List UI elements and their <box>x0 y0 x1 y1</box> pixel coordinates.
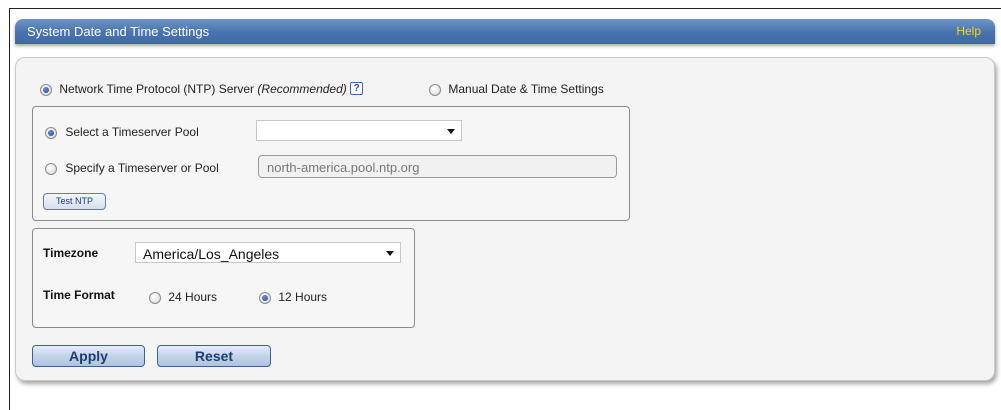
page-title: System Date and Time Settings <box>27 24 210 39</box>
specify-option[interactable]: Specify a Timeserver or Pool <box>45 161 219 175</box>
format-12-label: 12 Hours <box>278 290 328 304</box>
chevron-down-icon <box>447 129 455 134</box>
timezone-label: Timezone <box>43 246 99 260</box>
manual-mode-option[interactable]: Manual Date & Time Settings <box>429 82 604 96</box>
specify-option-radio[interactable] <box>45 162 57 175</box>
chevron-down-icon <box>386 251 394 256</box>
format-24-label: 24 Hours <box>168 290 218 304</box>
format-24-option[interactable]: 24 Hours <box>149 290 217 304</box>
settings-panel: Network Time Protocol (NTP) Server (Reco… <box>15 57 995 381</box>
title-bar: System Date and Time Settings Help <box>15 19 995 44</box>
timezone-select[interactable]: America/Los_Angeles <box>135 242 401 263</box>
format-24-radio[interactable] <box>149 291 161 304</box>
ntp-mode-radio[interactable] <box>40 83 52 96</box>
test-ntp-button[interactable]: Test NTP <box>43 193 106 210</box>
time-format-label: Time Format <box>43 288 115 302</box>
reset-button[interactable]: Reset <box>157 345 271 367</box>
pool-option-radio[interactable] <box>45 126 57 139</box>
timeserver-pool-select[interactable] <box>256 120 462 141</box>
timezone-group: Timezone America/Los_Angeles Time Format… <box>32 228 415 328</box>
timeserver-input[interactable]: north-america.pool.ntp.org <box>258 155 617 178</box>
help-link[interactable]: Help <box>956 24 981 38</box>
pool-option[interactable]: Select a Timeserver Pool <box>45 125 199 139</box>
format-12-radio[interactable] <box>259 291 271 304</box>
format-12-option[interactable]: 12 Hours <box>259 290 327 304</box>
ntp-mode-option[interactable]: Network Time Protocol (NTP) Server (Reco… <box>40 82 364 96</box>
apply-button[interactable]: Apply <box>32 345 145 367</box>
ntp-help-icon[interactable]: ? <box>350 82 364 95</box>
timeserver-input-value: north-america.pool.ntp.org <box>267 160 420 175</box>
timezone-value: America/Los_Angeles <box>143 246 280 262</box>
manual-mode-label: Manual Date & Time Settings <box>448 82 604 96</box>
specify-option-label: Specify a Timeserver or Pool <box>65 161 219 175</box>
manual-mode-radio[interactable] <box>429 83 441 96</box>
recommended-note: (Recommended) <box>257 82 347 96</box>
ntp-mode-label: Network Time Protocol (NTP) Server <box>59 82 255 96</box>
ntp-settings-group: Select a Timeserver Pool Specify a Times… <box>32 106 630 221</box>
pool-option-label: Select a Timeserver Pool <box>65 125 199 139</box>
